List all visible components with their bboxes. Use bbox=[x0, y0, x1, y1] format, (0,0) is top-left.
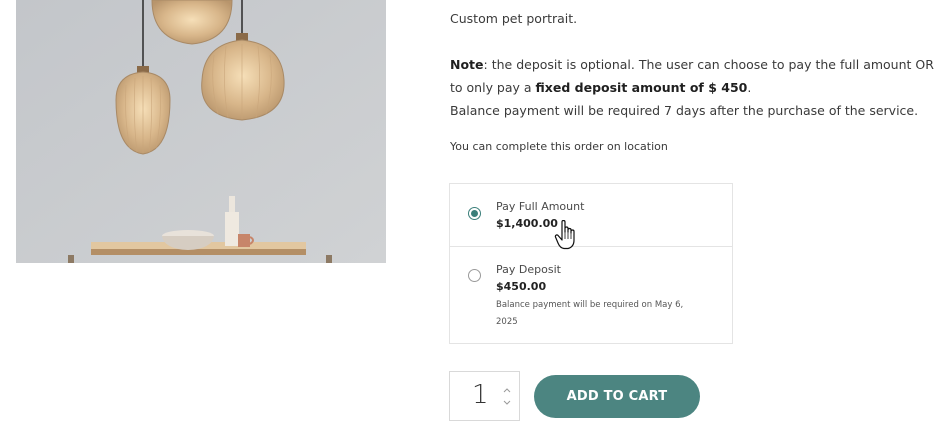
option-pay-deposit[interactable]: Pay Deposit $450.00 Balance payment will… bbox=[450, 247, 732, 343]
note-line-2: to only pay a fixed deposit amount of $ … bbox=[450, 76, 934, 99]
option-price: $450.00 bbox=[496, 280, 547, 293]
radio-pay-full-amount[interactable] bbox=[468, 207, 481, 220]
deposit-note: Note: the deposit is optional. The user … bbox=[450, 53, 934, 122]
add-to-cart-button[interactable]: ADD TO CART bbox=[534, 375, 700, 418]
payment-options: Pay Full Amount $1,400.00 Pay Deposit $4… bbox=[449, 183, 733, 344]
quantity-stepper[interactable]: 1 bbox=[449, 371, 520, 421]
location-text: You can complete this order on location bbox=[450, 140, 668, 153]
chevron-down-icon[interactable] bbox=[502, 399, 512, 407]
pendant-lamps-illustration bbox=[16, 0, 386, 263]
option-title: Pay Full Amount bbox=[496, 200, 585, 213]
note-text-1: : the deposit is optional. The user can … bbox=[483, 57, 934, 72]
option-pay-full-amount[interactable]: Pay Full Amount $1,400.00 bbox=[450, 184, 732, 247]
note-line-1: Note: the deposit is optional. The user … bbox=[450, 53, 934, 76]
product-description: Custom pet portrait. bbox=[450, 11, 578, 26]
note-line-3: Balance payment will be required 7 days … bbox=[450, 103, 919, 118]
note-text-2-prefix: to only pay a bbox=[450, 80, 536, 95]
quantity-value[interactable]: 1 bbox=[472, 380, 489, 410]
note-text-2-suffix: . bbox=[747, 80, 752, 95]
product-image bbox=[16, 0, 386, 263]
option-note: Balance payment will be required on May … bbox=[496, 300, 684, 327]
option-price: $1,400.00 bbox=[496, 217, 558, 230]
radio-pay-deposit[interactable] bbox=[468, 269, 481, 282]
option-title: Pay Deposit bbox=[496, 263, 561, 276]
note-deposit-amount: fixed deposit amount of $ 450 bbox=[535, 80, 748, 95]
note-label: Note bbox=[450, 57, 484, 72]
chevron-up-icon[interactable] bbox=[502, 386, 512, 394]
hand-pointer-icon bbox=[554, 219, 578, 250]
